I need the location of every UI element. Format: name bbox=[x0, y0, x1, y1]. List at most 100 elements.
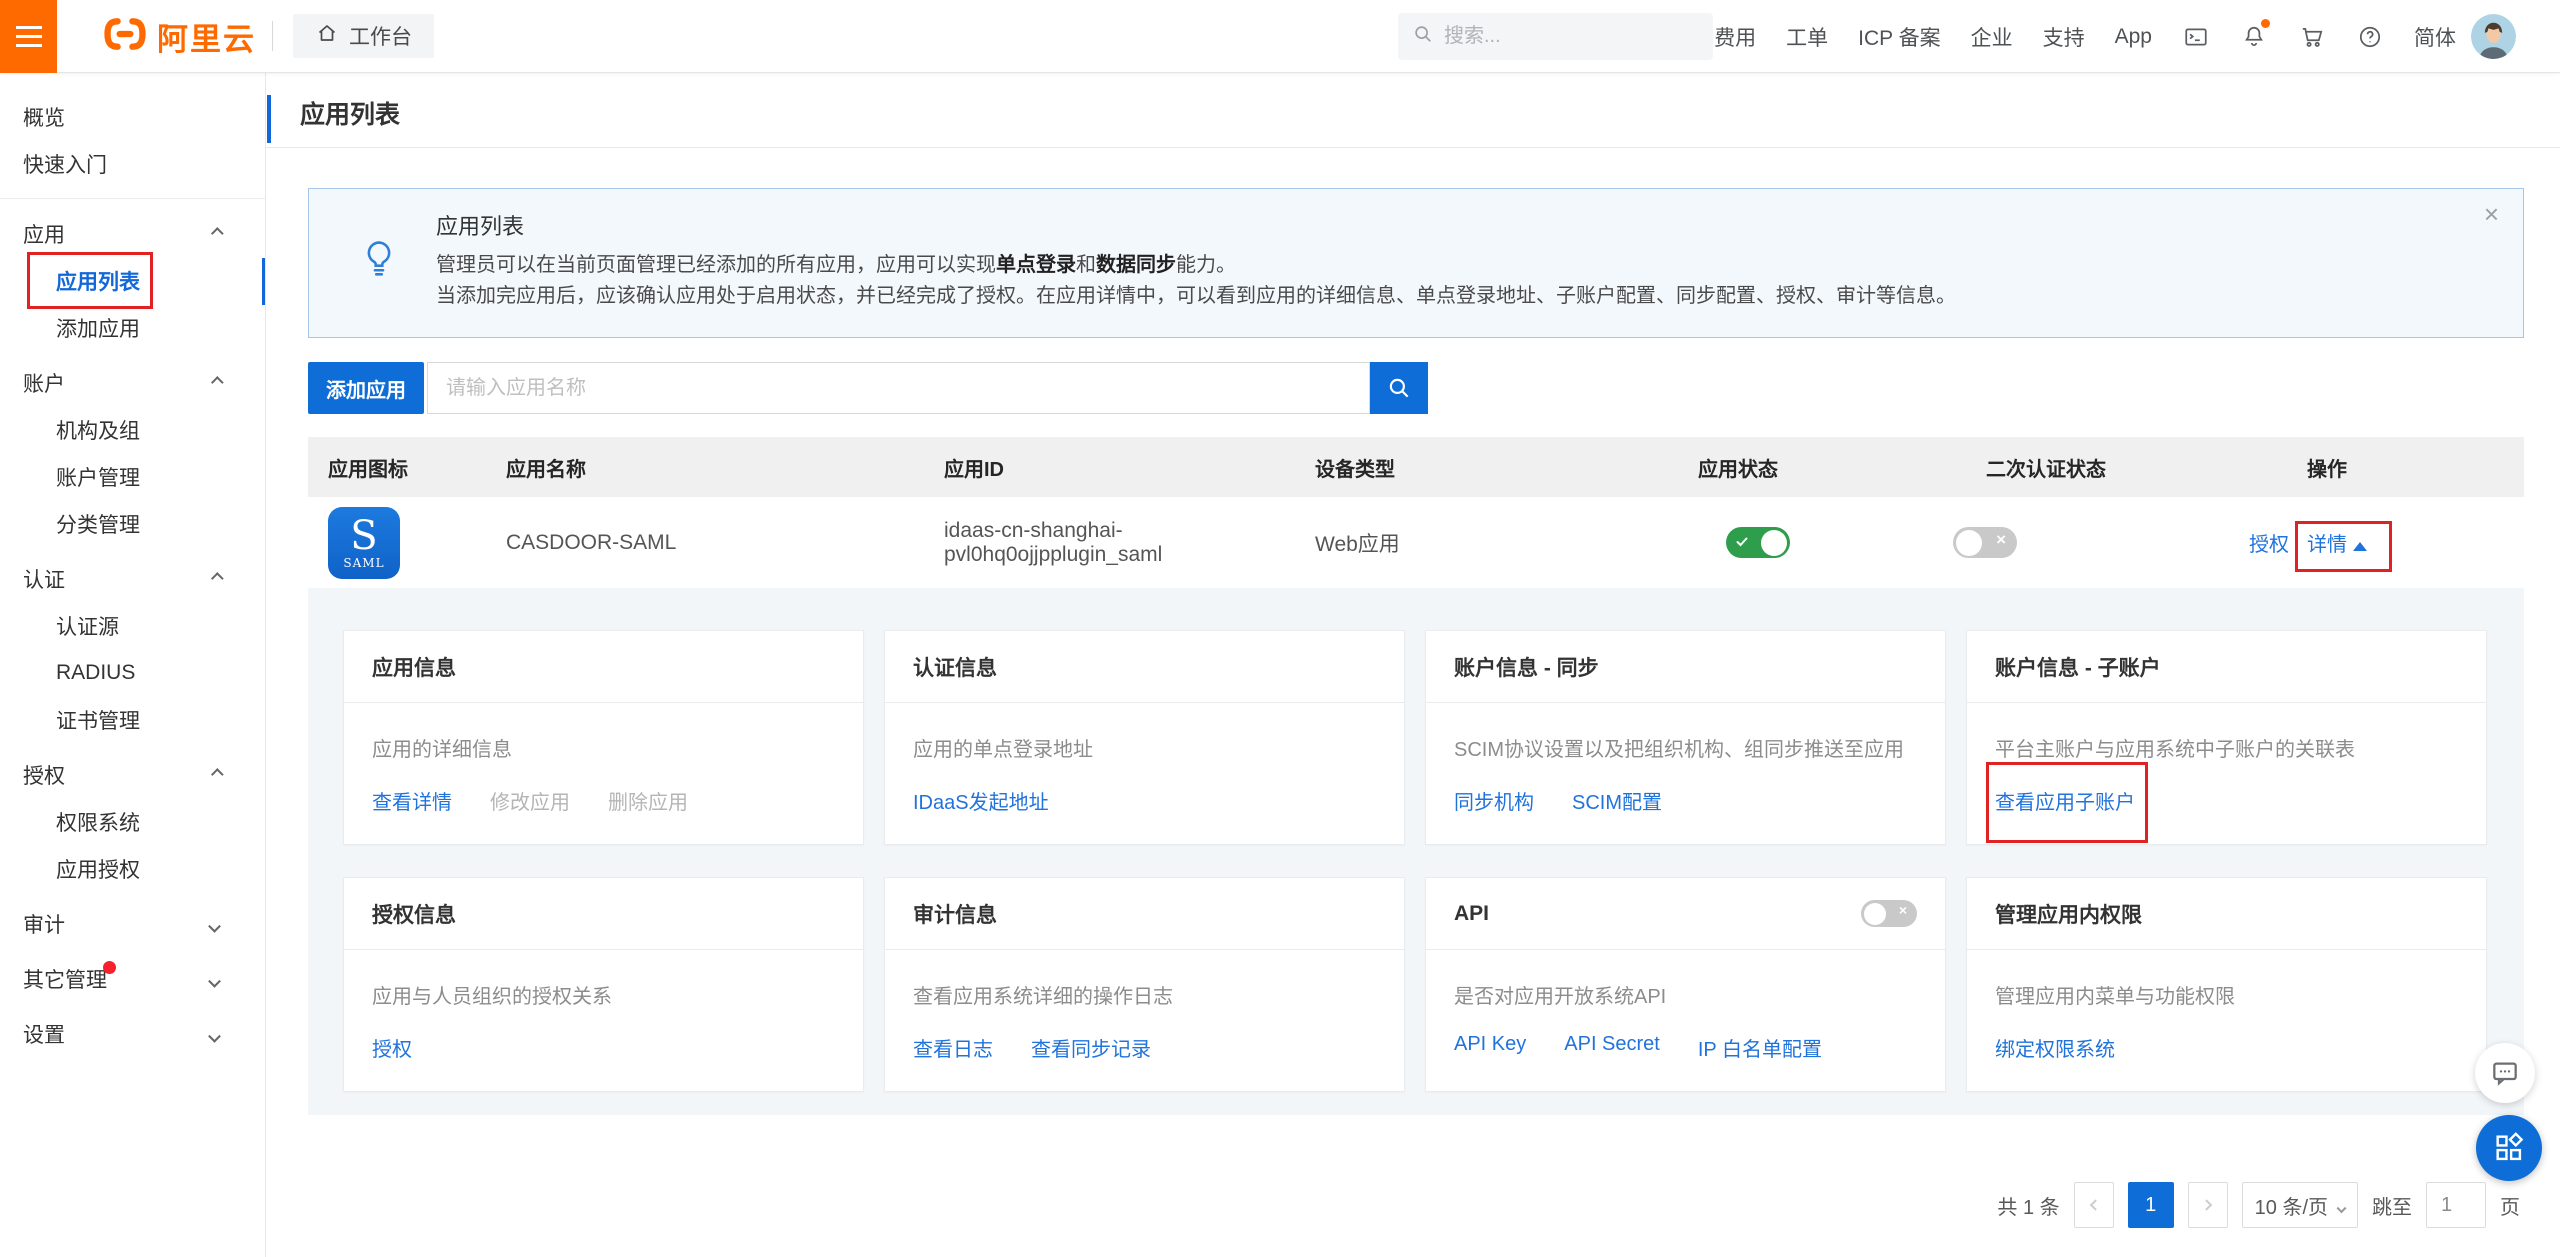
jump-label: 跳至 bbox=[2372, 1191, 2412, 1220]
alibaba-cloud-logo[interactable]: 阿里云 bbox=[103, 14, 256, 59]
nav-billing[interactable]: 费用 bbox=[1714, 22, 1756, 52]
sidebar-item-cert-mgmt[interactable]: 证书管理 bbox=[0, 696, 265, 743]
view-logs-link[interactable]: 查看日志 bbox=[913, 1033, 993, 1062]
sidebar-item-auth-source[interactable]: 认证源 bbox=[0, 602, 265, 649]
help-icon[interactable] bbox=[2356, 23, 2384, 51]
chat-bubble-icon bbox=[2489, 1057, 2521, 1089]
sidebar-group-application[interactable]: 应用 bbox=[0, 210, 265, 257]
sidebar-group-authentication[interactable]: 认证 bbox=[0, 555, 265, 602]
nav-icp[interactable]: ICP 备案 bbox=[1858, 22, 1940, 52]
add-app-button[interactable]: 添加应用 bbox=[308, 362, 424, 414]
global-search[interactable] bbox=[1398, 13, 1713, 60]
idaas-sso-link[interactable]: IDaaS发起地址 bbox=[913, 786, 1049, 815]
sidebar-item-quickstart[interactable]: 快速入门 bbox=[0, 140, 265, 187]
chevron-down-icon bbox=[2337, 1203, 2347, 1213]
chevron-up-icon bbox=[211, 227, 224, 240]
x-icon: × bbox=[1996, 530, 2006, 550]
banner-line-2: 当添加完应用后，应该确认应用处于启用状态，并已经完成了授权。在应用详情中，可以看… bbox=[436, 281, 2453, 312]
grid-diamond-icon bbox=[2492, 1131, 2526, 1165]
sidebar-item-permission-system[interactable]: 权限系统 bbox=[0, 798, 265, 845]
modify-app-link[interactable]: 修改应用 bbox=[490, 786, 570, 815]
language-switch[interactable]: 简体 bbox=[2414, 22, 2456, 52]
nav-tickets[interactable]: 工单 bbox=[1786, 22, 1828, 52]
global-search-input[interactable] bbox=[1444, 25, 1684, 48]
sidebar-item-account-mgmt[interactable]: 账户管理 bbox=[0, 453, 265, 500]
sidebar-group-settings[interactable]: 设置 bbox=[0, 1010, 265, 1057]
page-size-select[interactable]: 10 条/页 bbox=[2242, 1182, 2358, 1228]
card-title: 授权信息 bbox=[372, 899, 456, 929]
detail-link[interactable]: 详情 bbox=[2307, 528, 2367, 557]
notification-dot bbox=[2261, 19, 2270, 28]
view-sub-account-link[interactable]: 查看应用子账户 bbox=[1995, 786, 2135, 815]
app-detail-panel: 应用信息 应用的详细信息 查看详情 修改应用 删除应用 认证信息 应用的单点登录… bbox=[308, 588, 2524, 1115]
sidebar-item-add-app[interactable]: 添加应用 bbox=[0, 304, 265, 351]
sidebar-item-app-list[interactable]: 应用列表 bbox=[0, 257, 265, 304]
nav-enterprise[interactable]: 企业 bbox=[1971, 22, 2013, 52]
api-key-link[interactable]: API Key bbox=[1454, 1033, 1526, 1062]
cart-icon[interactable] bbox=[2298, 23, 2326, 51]
terminal-icon[interactable] bbox=[2182, 23, 2210, 51]
feedback-chat-button[interactable] bbox=[2475, 1043, 2535, 1103]
total-count: 共 1 条 bbox=[1997, 1191, 2059, 1220]
chevron-up-icon bbox=[211, 768, 224, 781]
table-header-row: 应用图标 应用名称 应用ID 设备类型 应用状态 二次认证状态 操作 bbox=[308, 437, 2524, 497]
widgets-button[interactable] bbox=[2476, 1115, 2542, 1181]
active-item-indicator bbox=[262, 258, 265, 305]
check-icon bbox=[1735, 535, 1749, 549]
card-account-sync: 账户信息 - 同步 SCIM协议设置以及把组织机构、组同步推送至应用 同步机构 … bbox=[1425, 630, 1946, 845]
sidebar-item-org-groups[interactable]: 机构及组 bbox=[0, 406, 265, 453]
delete-app-link[interactable]: 删除应用 bbox=[608, 786, 688, 815]
nav-app[interactable]: App bbox=[2115, 25, 2152, 49]
app-status-toggle-on[interactable] bbox=[1726, 527, 1790, 558]
nav-support[interactable]: 支持 bbox=[2043, 22, 2085, 52]
mfa-status-toggle-off[interactable]: × bbox=[1953, 527, 2017, 558]
authorize-card-link[interactable]: 授权 bbox=[372, 1033, 412, 1062]
hamburger-menu-button[interactable] bbox=[0, 0, 57, 73]
scim-config-link[interactable]: SCIM配置 bbox=[1572, 786, 1662, 815]
sidebar-item-category-mgmt[interactable]: 分类管理 bbox=[0, 500, 265, 547]
user-avatar[interactable] bbox=[2471, 14, 2516, 59]
card-audit-info: 审计信息 查看应用系统详细的操作日志 查看日志 查看同步记录 bbox=[884, 877, 1405, 1092]
view-sync-records-link[interactable]: 查看同步记录 bbox=[1031, 1033, 1151, 1062]
saml-app-icon: S SAML bbox=[328, 507, 400, 579]
sidebar-group-other-mgmt[interactable]: 其它管理 bbox=[0, 955, 265, 1002]
title-accent-bar bbox=[267, 95, 271, 143]
next-page-button[interactable] bbox=[2188, 1182, 2228, 1228]
chevron-down-icon bbox=[208, 1030, 221, 1043]
col-header-actions: 操作 bbox=[2307, 453, 2524, 482]
chevron-right-icon bbox=[2201, 1199, 2212, 1210]
bind-permission-system-link[interactable]: 绑定权限系统 bbox=[1995, 1033, 2115, 1062]
authorize-link[interactable]: 授权 bbox=[2249, 528, 2289, 557]
current-page-button[interactable]: 1 bbox=[2128, 1182, 2174, 1228]
jump-page-input[interactable] bbox=[2426, 1182, 2486, 1228]
api-toggle-off[interactable]: × bbox=[1861, 900, 1917, 927]
topbar-divider bbox=[272, 21, 273, 51]
sidebar-item-overview[interactable]: 概览 bbox=[0, 93, 265, 140]
app-name-search-input[interactable] bbox=[427, 362, 1370, 414]
close-icon[interactable]: × bbox=[2484, 199, 2499, 230]
sync-org-link[interactable]: 同步机构 bbox=[1454, 786, 1534, 815]
card-title: 应用信息 bbox=[372, 652, 456, 682]
card-desc: 应用的单点登录地址 bbox=[913, 733, 1376, 762]
sidebar-group-authorization[interactable]: 授权 bbox=[0, 751, 265, 798]
topbar-nav: 费用 工单 ICP 备案 企业 支持 App bbox=[1714, 0, 2456, 73]
notification-bell-icon[interactable] bbox=[2240, 23, 2268, 51]
workbench-button[interactable]: 工作台 bbox=[293, 14, 434, 58]
sidebar-group-account[interactable]: 账户 bbox=[0, 359, 265, 406]
search-button[interactable] bbox=[1370, 362, 1428, 414]
x-icon: × bbox=[1899, 902, 1907, 918]
prev-page-button[interactable] bbox=[2074, 1182, 2114, 1228]
col-header-app-icon: 应用图标 bbox=[308, 453, 506, 482]
chevron-down-icon bbox=[208, 975, 221, 988]
top-navbar: 阿里云 工作台 费用 工单 ICP 备案 企业 支持 A bbox=[0, 0, 2560, 73]
col-header-app-name: 应用名称 bbox=[506, 453, 944, 482]
sidebar-item-app-authorization[interactable]: 应用授权 bbox=[0, 845, 265, 892]
table-row: S SAML CASDOOR-SAML idaas-cn-shanghai-pv… bbox=[308, 497, 2524, 588]
view-detail-link[interactable]: 查看详情 bbox=[372, 786, 452, 815]
info-banner: 应用列表 管理员可以在当前页面管理已经添加的所有应用，应用可以实现单点登录和数据… bbox=[308, 188, 2524, 338]
ip-whitelist-link[interactable]: IP 白名单配置 bbox=[1698, 1033, 1822, 1062]
api-secret-link[interactable]: API Secret bbox=[1564, 1033, 1660, 1062]
card-desc: SCIM协议设置以及把组织机构、组同步推送至应用 bbox=[1454, 733, 1917, 762]
sidebar-group-audit[interactable]: 审计 bbox=[0, 900, 265, 947]
sidebar-item-radius[interactable]: RADIUS bbox=[0, 649, 265, 696]
